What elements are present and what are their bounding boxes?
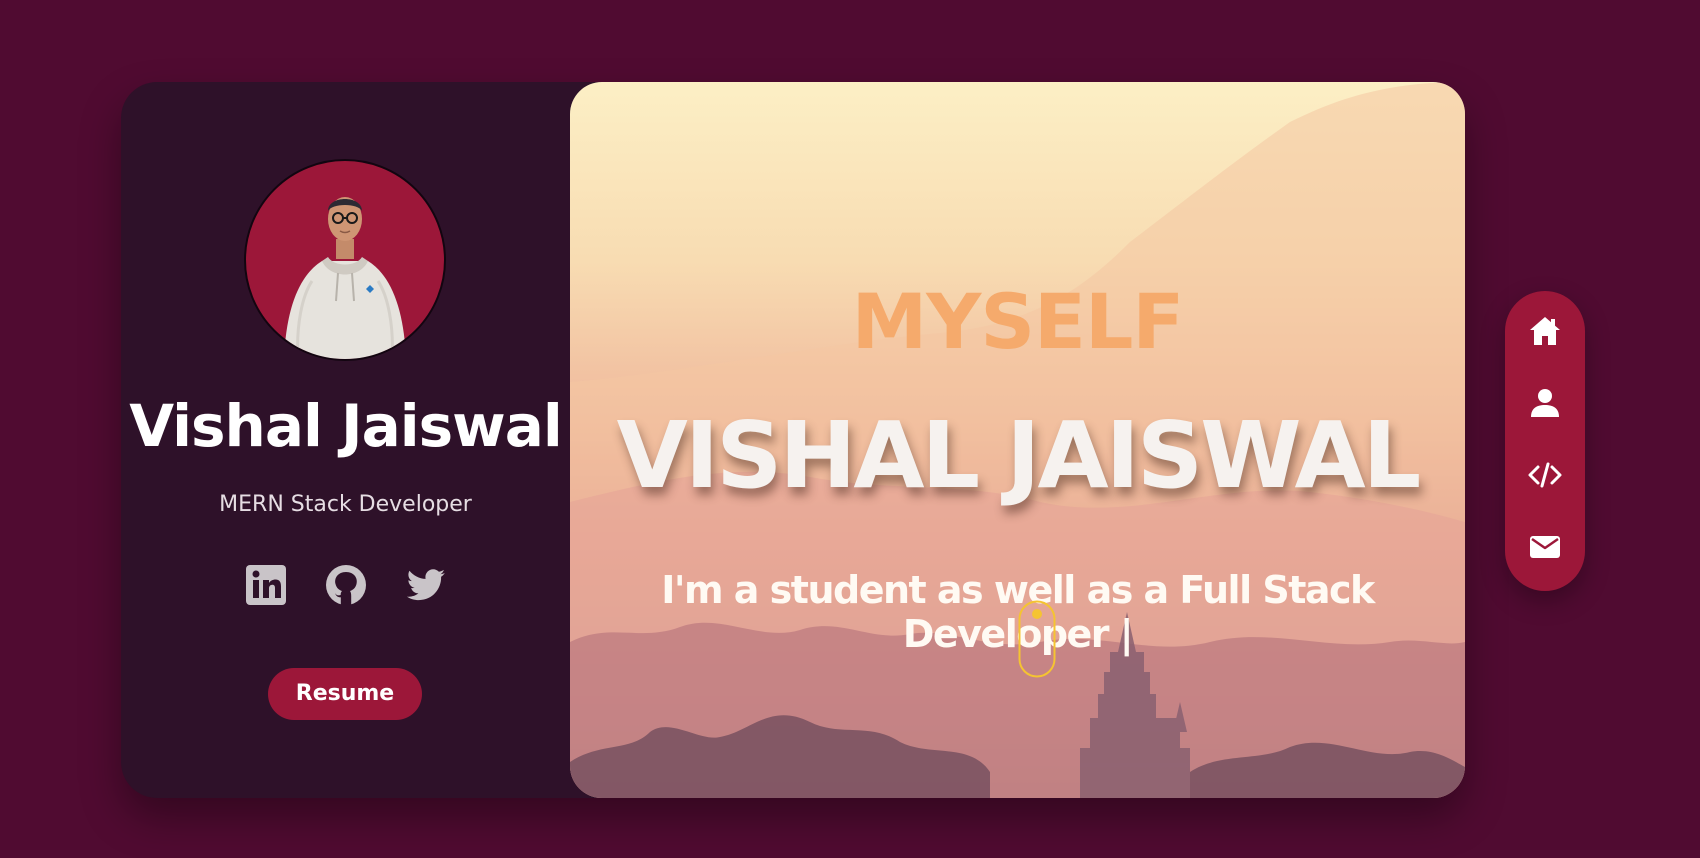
avatar [244, 159, 446, 361]
profile-role: MERN Stack Developer [219, 492, 472, 517]
hero-label: MYSELF [851, 277, 1185, 366]
social-links [121, 565, 570, 605]
user-icon[interactable] [1525, 383, 1565, 423]
hero-name: VISHAL JAISWAL [616, 402, 1422, 509]
profile-sidebar: Vishal Jaiswal MERN Stack Developer Resu… [121, 82, 570, 798]
code-icon[interactable] [1525, 455, 1565, 495]
side-nav [1505, 291, 1585, 591]
home-icon[interactable] [1525, 311, 1565, 351]
profile-name: Vishal Jaiswal [129, 392, 563, 460]
resume-button[interactable]: Resume [268, 668, 422, 720]
mail-icon[interactable] [1525, 527, 1565, 567]
profile-card: Vishal Jaiswal MERN Stack Developer Resu… [121, 82, 1465, 798]
hero-section: MYSELF VISHAL JAISWAL I'm a student as w… [570, 82, 1465, 798]
scroll-mouse-icon[interactable] [1018, 600, 1056, 678]
twitter-icon[interactable] [406, 565, 446, 605]
linkedin-icon[interactable] [245, 565, 286, 605]
github-icon[interactable] [325, 565, 366, 605]
